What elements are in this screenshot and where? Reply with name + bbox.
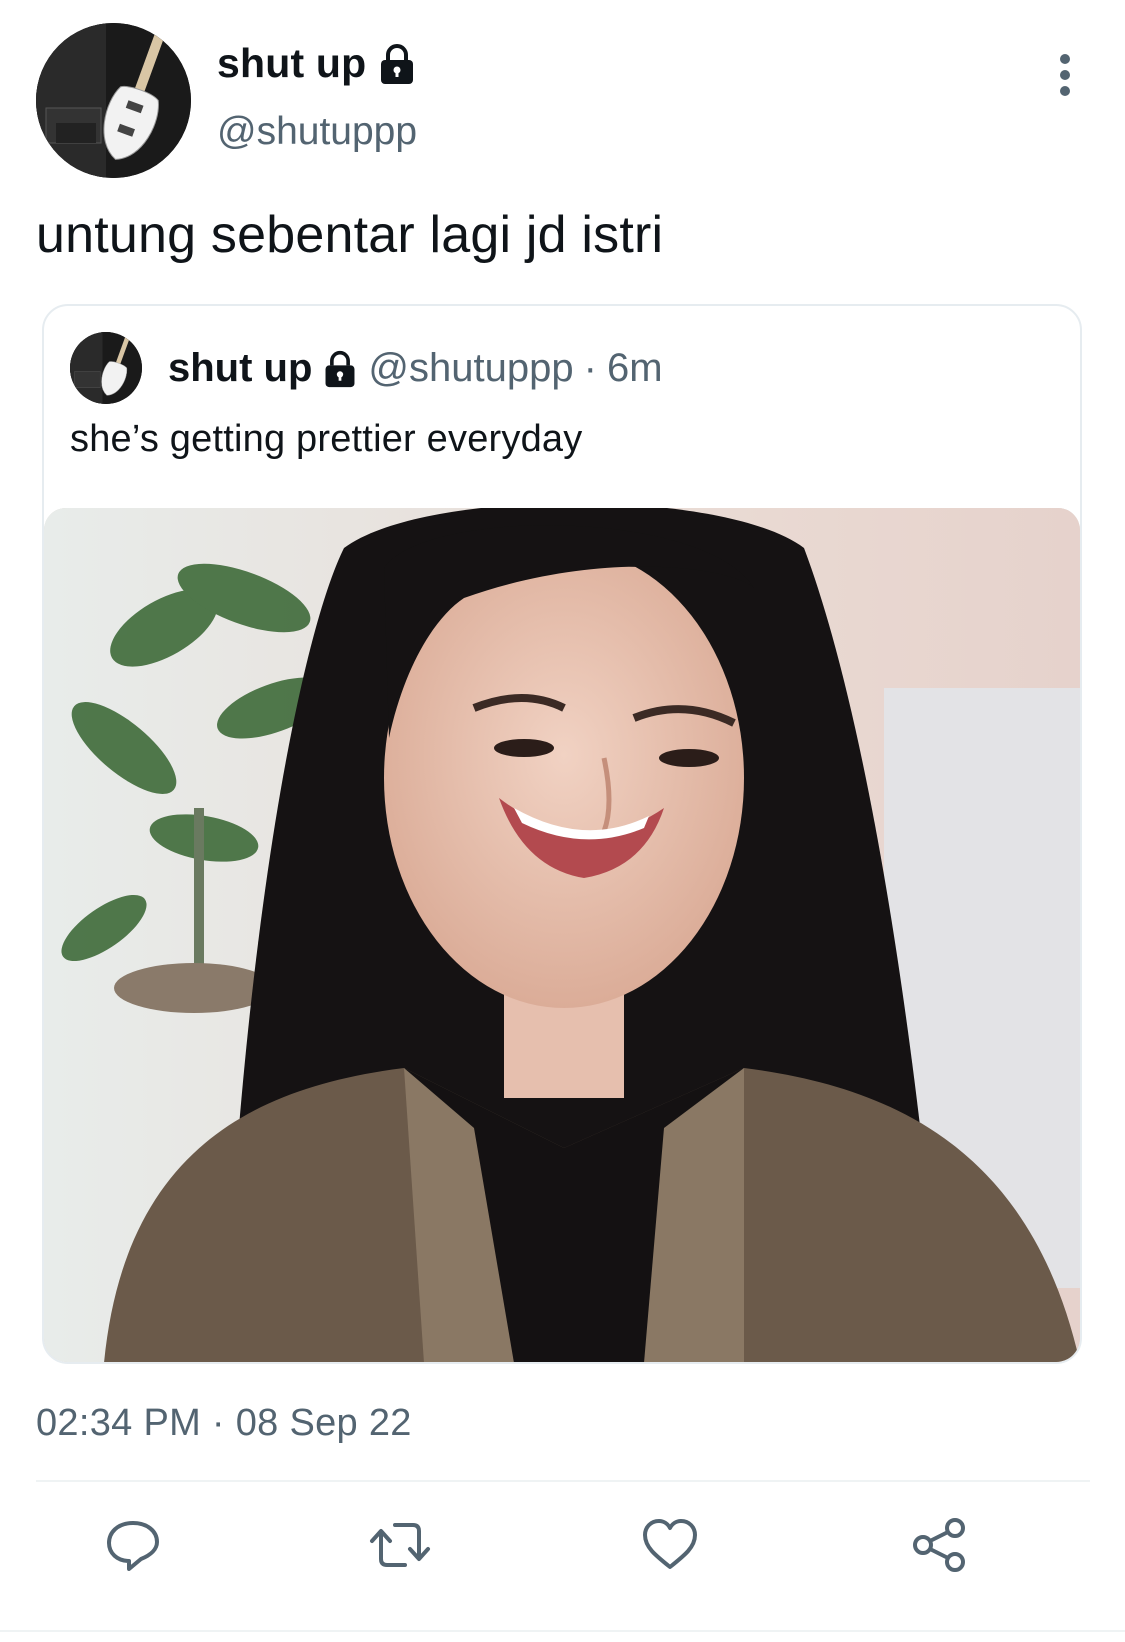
tweet-timestamp[interactable]: 02:34 PM · 08 Sep 22 [36,1402,412,1445]
author-handle[interactable]: @shutuppp [217,110,417,154]
heart-icon [643,1519,697,1569]
more-dot-icon [1060,86,1070,96]
tweet-text: untung sebentar lagi jd istri [36,206,664,264]
quoted-header: shut up @shutuppp · 6m [168,346,663,391]
more-options-button[interactable] [1040,50,1090,100]
author-avatar[interactable] [36,23,191,178]
retweet-button[interactable] [365,1510,435,1580]
quoted-tweet-card[interactable]: shut up @shutuppp · 6m she’s getting pre… [42,304,1082,1364]
share-icon [913,1518,965,1572]
reply-icon [107,1521,159,1571]
divider [36,1480,1090,1482]
share-button[interactable] [905,1510,975,1580]
avatar-guitar-image [70,332,142,404]
quoted-handle[interactable]: @shutuppp [368,346,573,391]
like-button[interactable] [635,1510,705,1580]
author-display-name[interactable]: shut up [217,40,366,87]
author-name-row: shut up [217,40,416,87]
quoted-tweet-text: she’s getting prettier everyday [70,418,583,460]
bottom-divider [0,1630,1125,1632]
more-dot-icon [1060,70,1070,80]
action-bar [0,1510,1125,1610]
photo-smiling-woman-image [44,508,1080,1362]
quoted-author-avatar[interactable] [70,332,142,404]
lock-icon [378,43,416,85]
quoted-display-name[interactable]: shut up [168,346,312,391]
quoted-media-photo[interactable] [44,508,1080,1362]
more-dot-icon [1060,54,1070,64]
quoted-separator: · [583,346,597,390]
avatar-guitar-image [36,23,191,178]
quoted-time[interactable]: 6m [607,346,663,391]
reply-button[interactable] [98,1510,168,1580]
lock-icon [322,350,358,388]
retweet-icon [370,1523,430,1567]
